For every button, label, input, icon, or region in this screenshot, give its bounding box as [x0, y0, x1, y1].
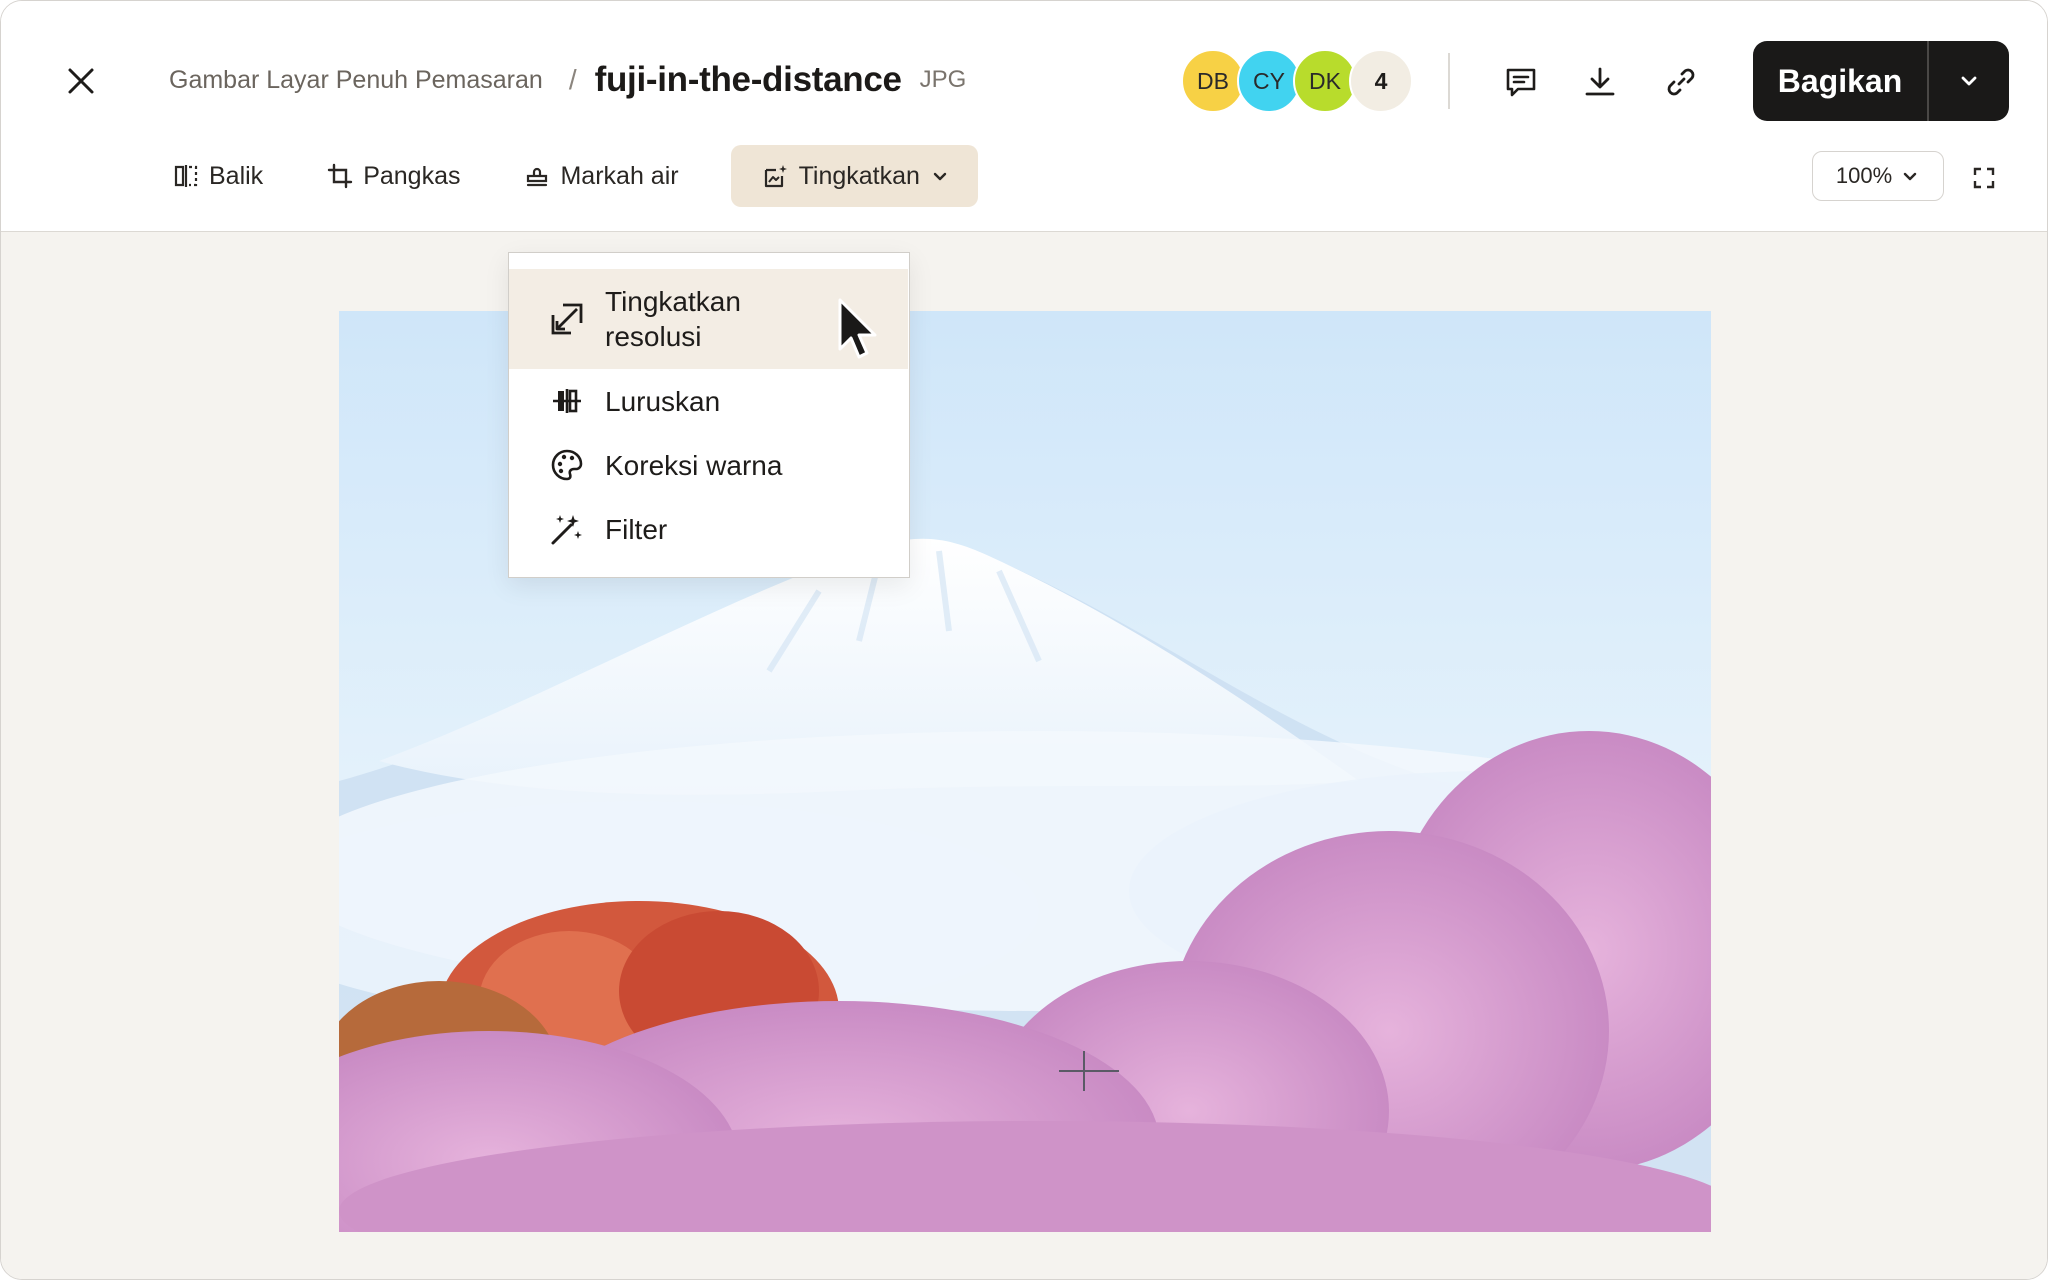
- zoom-value: 100%: [1835, 163, 1893, 188]
- header-divider: [1448, 53, 1450, 109]
- share-button[interactable]: Bagikan: [1753, 41, 1927, 121]
- share-options-button[interactable]: [1929, 41, 2009, 121]
- watermark-label: Markah air: [560, 161, 679, 190]
- menu-item-color-correction[interactable]: Koreksi warna: [509, 441, 908, 489]
- flip-button[interactable]: Balik: [161, 145, 275, 207]
- breadcrumb: Gambar Layar Penuh Pemasaran / fuji-in-t…: [169, 55, 966, 105]
- share-button-group: Bagikan: [1753, 41, 2009, 121]
- menu-item-label: Filter: [605, 513, 668, 545]
- mouse-pointer-icon: [838, 298, 877, 359]
- fullscreen-button[interactable]: [1967, 161, 2001, 195]
- menu-item-filter[interactable]: Filter: [509, 505, 908, 553]
- edit-toolbar: Balik Pangkas Markah air Tingkatkan: [161, 145, 1018, 207]
- file-name: fuji-in-the-distance: [594, 60, 902, 99]
- file-extension: JPG: [919, 66, 967, 93]
- close-button[interactable]: [61, 61, 101, 101]
- avatar-overflow-count[interactable]: 4: [1349, 49, 1413, 113]
- upscale-icon: [547, 299, 587, 339]
- menu-item-label: Luruskan: [605, 385, 721, 417]
- download-icon: [1585, 67, 1615, 96]
- flip-icon: [174, 165, 198, 187]
- zoom-select[interactable]: 100%: [1812, 151, 1944, 201]
- palette-icon: [547, 445, 587, 485]
- menu-item-label: Tingkatkan resolusi: [605, 286, 741, 352]
- enhance-label: Tingkatkan: [798, 161, 920, 190]
- menu-item-label: Koreksi warna: [605, 449, 783, 481]
- header-bar: Gambar Layar Penuh Pemasaran / fuji-in-t…: [1, 1, 2047, 232]
- crop-icon: [327, 163, 353, 189]
- breadcrumb-parent-link[interactable]: Gambar Layar Penuh Pemasaran: [169, 66, 543, 95]
- breadcrumb-separator: /: [568, 64, 577, 95]
- download-button[interactable]: [1577, 59, 1623, 105]
- enhance-icon: [764, 165, 787, 188]
- link-icon: [1667, 68, 1695, 96]
- flip-label: Balik: [209, 161, 264, 190]
- copy-link-button[interactable]: [1658, 59, 1704, 105]
- close-icon: [68, 68, 94, 94]
- menu-item-straighten[interactable]: Luruskan: [509, 377, 908, 425]
- chevron-down-icon: [933, 172, 947, 181]
- avatar[interactable]: DB: [1181, 49, 1245, 113]
- enhance-dropdown-button[interactable]: Tingkatkan: [730, 145, 978, 207]
- avatar[interactable]: DK: [1293, 49, 1357, 113]
- collaborator-avatars[interactable]: DB CY DK 4: [1181, 49, 1413, 113]
- chevron-down-icon: [1903, 172, 1917, 181]
- avatar[interactable]: CY: [1237, 49, 1301, 113]
- crop-button[interactable]: Pangkas: [315, 145, 472, 207]
- comment-button[interactable]: [1498, 59, 1544, 105]
- fullscreen-icon: [1973, 167, 1995, 189]
- stamp-icon: [527, 167, 548, 187]
- chevron-down-icon: [1961, 76, 1977, 86]
- straighten-icon: [547, 381, 587, 421]
- app-window: Gambar Layar Penuh Pemasaran / fuji-in-t…: [0, 0, 2048, 1280]
- magic-wand-icon: [547, 509, 587, 549]
- comment-icon: [1506, 68, 1536, 97]
- crop-label: Pangkas: [363, 161, 461, 190]
- watermark-button[interactable]: Markah air: [512, 145, 690, 207]
